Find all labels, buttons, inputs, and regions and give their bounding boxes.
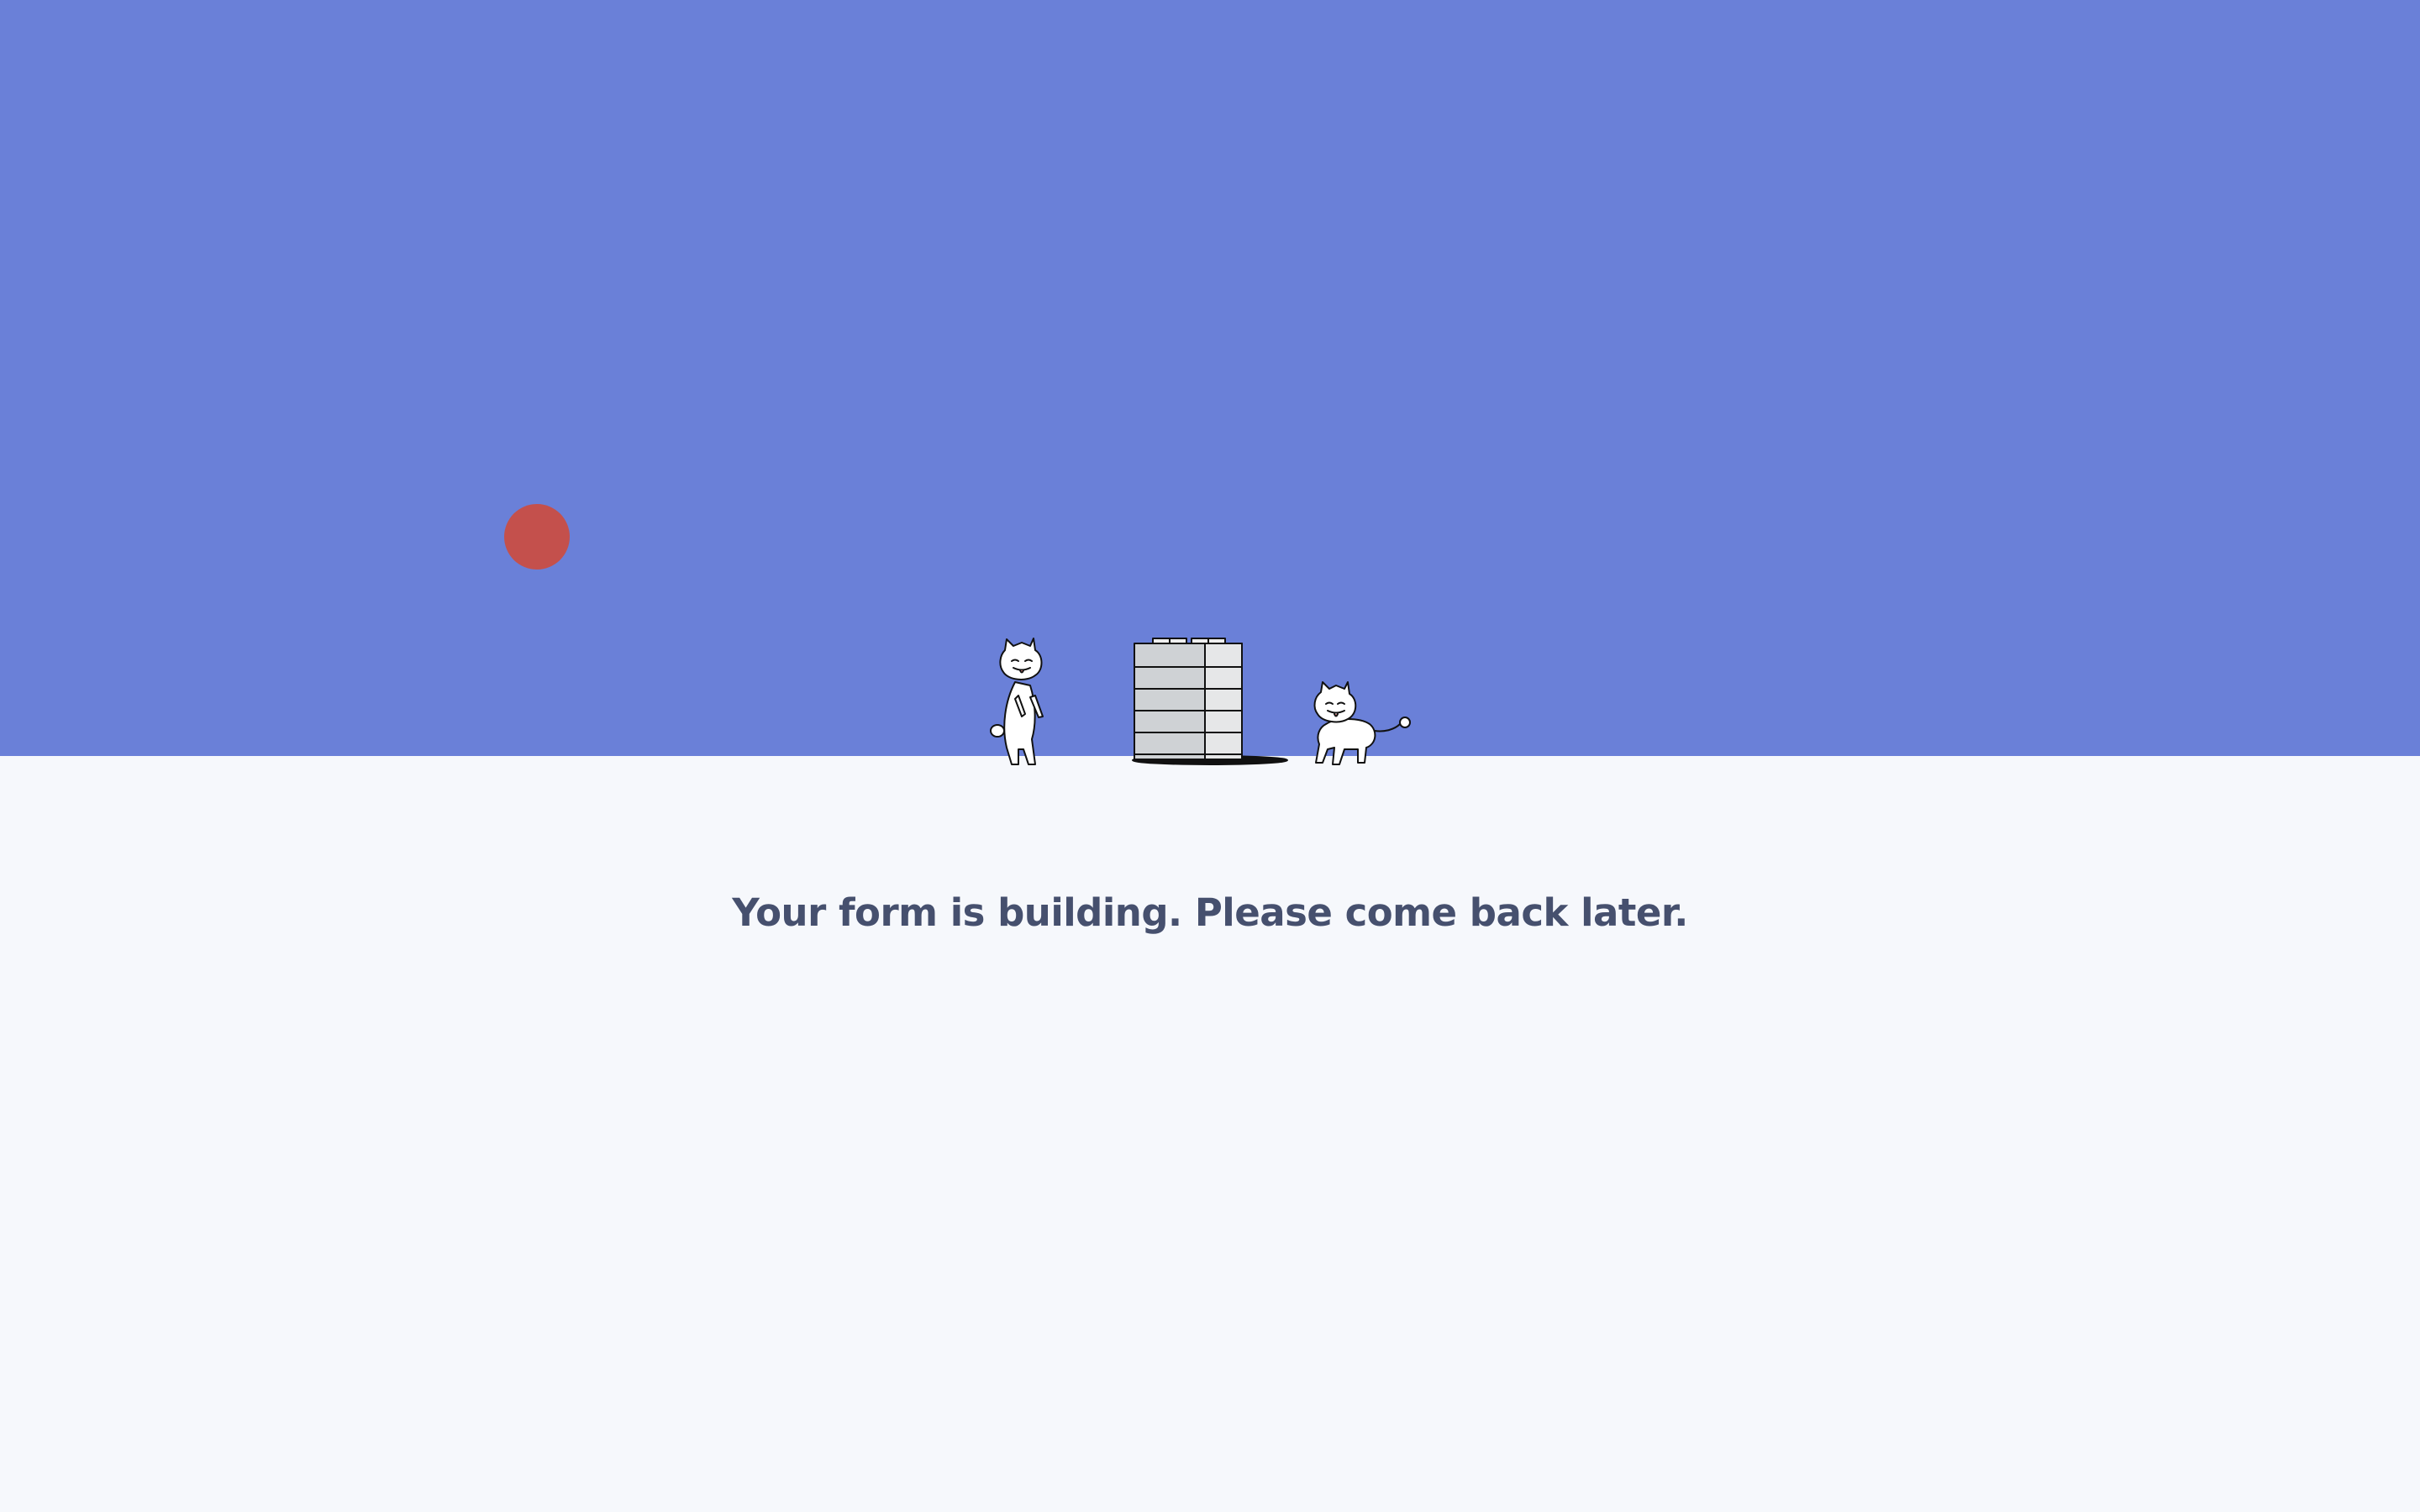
building-icon <box>1132 638 1288 765</box>
sun-circle-icon <box>504 504 570 570</box>
status-message: Your form is building. Please come back … <box>732 890 1688 935</box>
crawling-cat-icon <box>1313 681 1411 765</box>
building-illustration <box>983 630 1420 773</box>
page: Your form is building. Please come back … <box>0 0 2420 1512</box>
standing-cat-icon <box>990 638 1044 765</box>
